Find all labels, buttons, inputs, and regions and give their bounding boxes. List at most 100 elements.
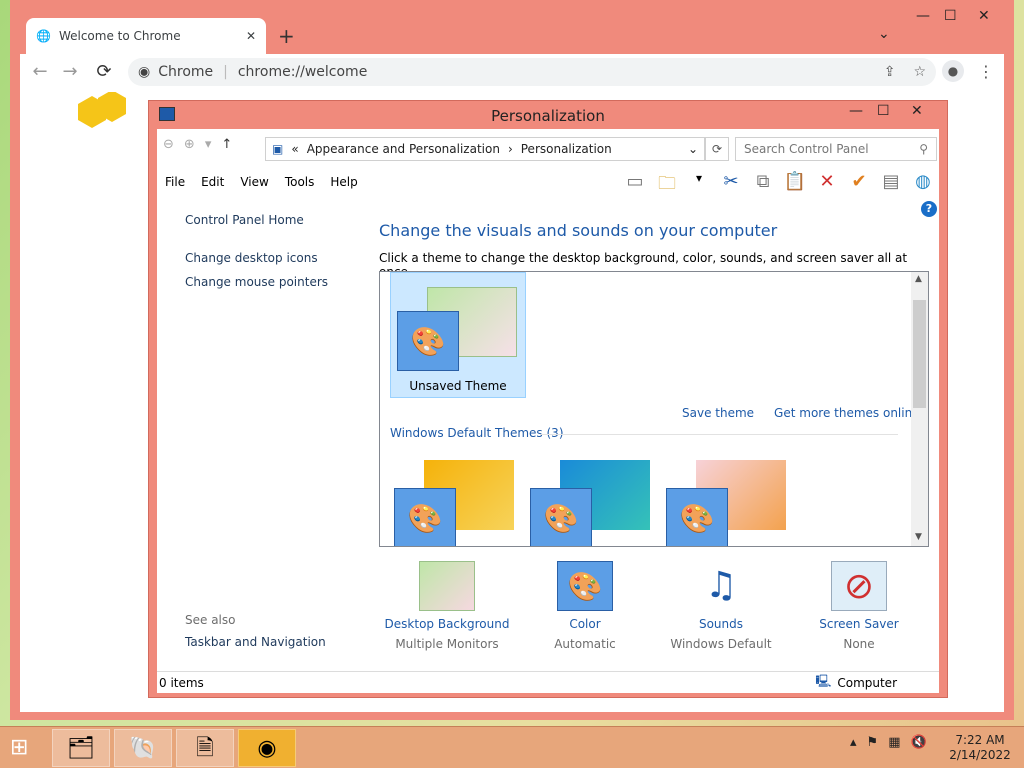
help-icon[interactable]: ? <box>921 201 937 217</box>
tray-expand-icon[interactable]: ▴ <box>850 735 857 750</box>
folder-options-icon[interactable]: 🗀 <box>655 171 679 201</box>
breadcrumb-personalization[interactable]: Personalization <box>521 142 612 156</box>
profile-icon[interactable]: ● <box>942 60 964 82</box>
chrome-icon: ◉ <box>138 64 151 80</box>
theme-lines-and-colors[interactable]: 🎨 <box>526 460 662 546</box>
file-explorer-taskbar-icon[interactable]: 🗂 <box>52 729 110 767</box>
screen-saver-item[interactable]: ⊘ Screen Saver None <box>789 561 929 651</box>
back-button[interactable]: ← <box>28 60 52 84</box>
control-panel-taskbar-icon[interactable]: 🐚 <box>114 729 172 767</box>
sounds-link[interactable]: Sounds <box>651 617 791 631</box>
scroll-up-icon[interactable]: ▲ <box>915 274 922 284</box>
cp-maximize-button[interactable]: ☐ <box>877 103 890 119</box>
network-icon[interactable]: ▦ <box>888 735 900 750</box>
scrollbar-thumb[interactable] <box>913 300 926 408</box>
color-link[interactable]: Color <box>515 617 655 631</box>
menu-edit[interactable]: Edit <box>201 175 224 189</box>
cp-close-button[interactable]: ✕ <box>911 103 923 119</box>
cp-minimize-button[interactable]: — <box>849 103 863 119</box>
menu-view[interactable]: View <box>240 175 268 189</box>
cp-back-icon[interactable]: ⊖ <box>163 137 174 152</box>
tab-welcome[interactable]: 🌐 Welcome to Chrome ✕ <box>26 18 266 54</box>
menu-tools[interactable]: Tools <box>285 175 315 189</box>
theme-label: Unsaved Theme <box>409 379 507 393</box>
breadcrumb-dropdown-icon[interactable]: ⌄ <box>688 142 698 156</box>
desktop-background-link[interactable]: Desktop Background <box>377 617 517 631</box>
close-tab-icon[interactable]: ✕ <box>246 29 256 43</box>
share-icon[interactable]: ⇪ <box>884 64 896 80</box>
theme-unsaved[interactable]: 🎨 Unsaved Theme <box>390 272 526 398</box>
save-theme-link[interactable]: Save theme <box>682 406 754 420</box>
globe-icon: 🌐 <box>36 29 51 43</box>
screen-saver-link[interactable]: Screen Saver <box>789 617 929 631</box>
see-also-taskbar-link[interactable]: Taskbar and Navigation <box>185 635 326 649</box>
new-tab-button[interactable]: + <box>278 24 295 48</box>
breadcrumb[interactable]: ▣ « Appearance and Personalization › Per… <box>265 137 705 161</box>
welcome-logo <box>78 92 126 128</box>
control-panel-icon: ▣ <box>272 142 284 156</box>
volume-icon[interactable]: 🔇 <box>910 735 926 750</box>
chrome-taskbar-icon[interactable]: ◉ <box>238 729 296 767</box>
maximize-button[interactable]: ☐ <box>944 8 957 24</box>
layout-icon[interactable]: ▭ <box>623 171 647 201</box>
menu-help[interactable]: Help <box>330 175 357 189</box>
see-also-label: See also <box>185 613 236 627</box>
refresh-button[interactable]: ⟳ <box>705 137 729 161</box>
up-icon[interactable]: ↑ <box>221 137 232 152</box>
check-icon[interactable]: ✔ <box>847 171 871 201</box>
desktop-background-value: Multiple Monitors <box>395 637 499 651</box>
properties-icon[interactable]: ▤ <box>879 171 903 201</box>
action-center-icon[interactable]: ⚑ <box>867 735 879 750</box>
reload-button[interactable]: ⟳ <box>92 60 116 84</box>
paste-icon[interactable]: 📋 <box>783 171 807 201</box>
menu-bar: File Edit View Tools Help <box>165 175 358 189</box>
sounds-item[interactable]: ♫ Sounds Windows Default <box>651 561 791 651</box>
menu-kebab-icon[interactable]: ⋮ <box>978 62 994 81</box>
forward-button[interactable]: → <box>58 60 82 84</box>
cut-icon[interactable]: ✂ <box>719 171 743 201</box>
color-palette-icon: 🎨 <box>394 488 456 546</box>
screen-saver-value: None <box>843 637 875 651</box>
computer-icon: 🖳 <box>815 674 832 688</box>
recent-dropdown-icon[interactable]: ▾ <box>205 137 212 152</box>
default-themes-group-label: Windows Default Themes (3) <box>390 426 564 440</box>
cp-forward-icon[interactable]: ⊕ <box>184 137 195 152</box>
search-input[interactable]: Search Control Panel ⚲ <box>735 137 937 161</box>
screen-saver-icon: ⊘ <box>831 561 887 611</box>
color-palette-icon: 🎨 <box>530 488 592 546</box>
clock[interactable]: 7:22 AM 2/14/2022 <box>940 733 1020 763</box>
dropdown-icon[interactable]: ▾ <box>687 171 711 201</box>
copy-icon[interactable]: ⧉ <box>751 171 775 201</box>
get-more-themes-link[interactable]: Get more themes online <box>774 406 920 420</box>
breadcrumb-appearance[interactable]: Appearance and Personalization <box>307 142 500 156</box>
color-palette-icon: 🎨 <box>397 311 459 371</box>
themes-list[interactable]: 🎨 Unsaved Theme Save theme Get more them… <box>379 271 929 547</box>
scroll-down-icon[interactable]: ▼ <box>915 532 922 542</box>
minimize-button[interactable]: — <box>916 8 930 24</box>
desktop-background-item[interactable]: Desktop Background Multiple Monitors <box>377 561 517 651</box>
sidebar: Control Panel Home Change desktop icons … <box>185 213 365 299</box>
bookmark-star-icon[interactable]: ☆ <box>913 64 926 80</box>
status-item-count: 0 items <box>159 675 204 690</box>
theme-flowers[interactable]: 🎨 <box>662 460 798 546</box>
sidebar-item-desktop-icons[interactable]: Change desktop icons <box>185 251 365 265</box>
globe-icon[interactable]: ◍ <box>911 171 935 201</box>
group-divider <box>540 434 898 435</box>
url-text[interactable]: chrome://welcome <box>238 64 367 80</box>
color-item[interactable]: 🎨 Color Automatic <box>515 561 655 651</box>
tab-title: Welcome to Chrome <box>58 29 181 43</box>
status-location: Computer <box>837 675 897 690</box>
tab-search-icon[interactable]: ⌄ <box>878 26 890 42</box>
sidebar-item-control-panel-home[interactable]: Control Panel Home <box>185 213 365 227</box>
start-button[interactable]: ⊞ <box>10 735 28 760</box>
theme-windows[interactable]: 🎨 <box>390 460 526 546</box>
clock-date: 2/14/2022 <box>949 748 1011 762</box>
close-button[interactable]: ✕ <box>978 8 990 24</box>
delete-icon[interactable]: ✕ <box>815 171 839 201</box>
window-title: Personalization <box>491 107 605 125</box>
omnibox[interactable]: ◉ Chrome | chrome://welcome ⇪ ☆ <box>128 58 936 86</box>
sidebar-item-mouse-pointers[interactable]: Change mouse pointers <box>185 275 365 289</box>
theme-links: Save theme Get more themes online <box>682 406 920 420</box>
document-taskbar-icon[interactable]: 🗎 <box>176 729 234 767</box>
menu-file[interactable]: File <box>165 175 185 189</box>
